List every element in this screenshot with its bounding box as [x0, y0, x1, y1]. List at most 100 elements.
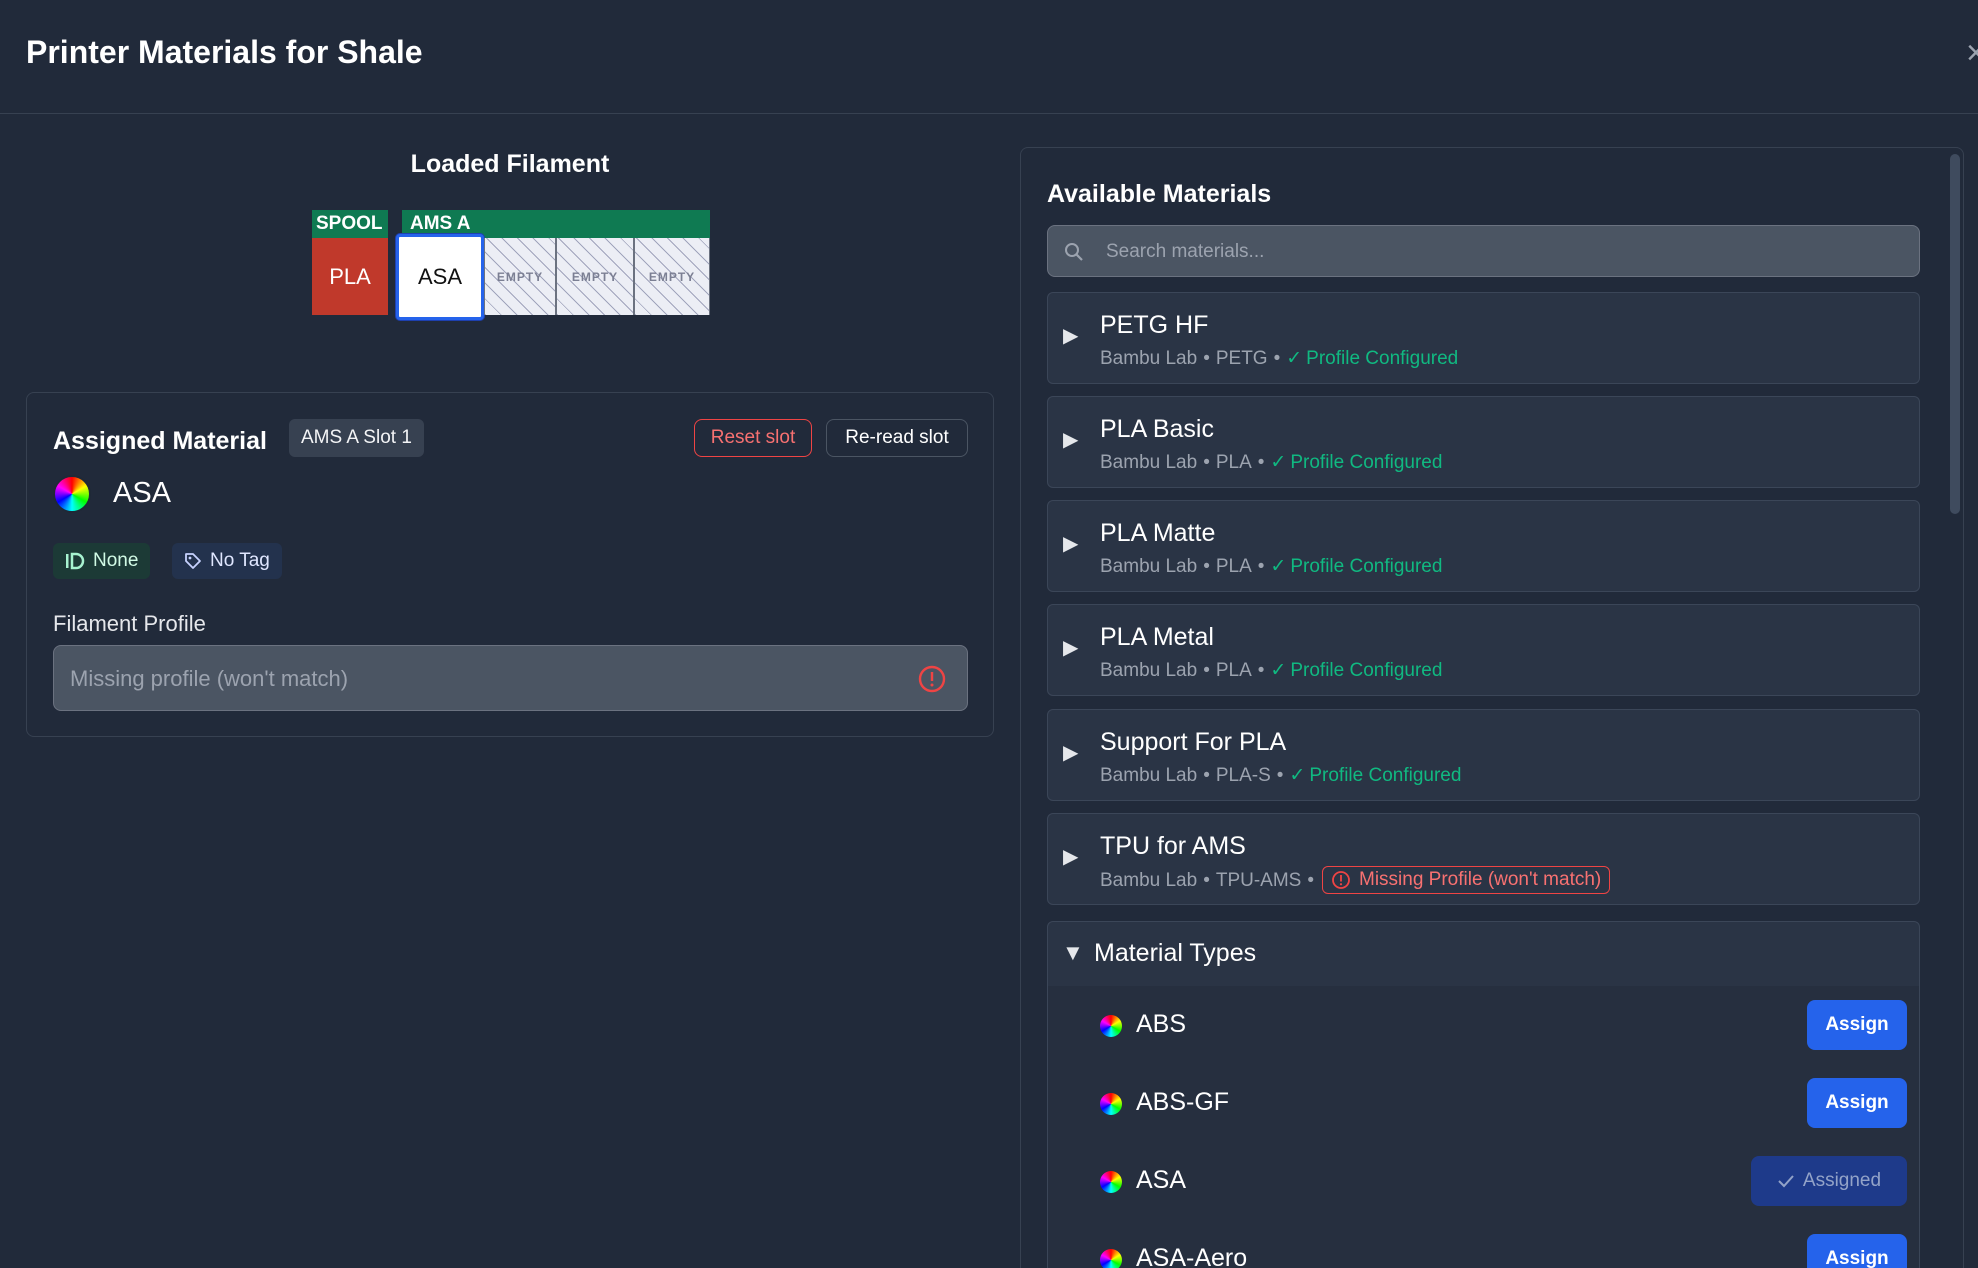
material-brand: Bambu Lab [1100, 870, 1198, 891]
material-type-name: ABS-GF [1136, 1088, 1230, 1116]
profile-status: Profile Configured [1306, 347, 1459, 369]
expand-arrow-icon: ▶ [1063, 742, 1079, 764]
scrollbar[interactable] [1950, 154, 1960, 514]
material-type: PLA [1215, 451, 1252, 473]
separator: • [1203, 555, 1210, 577]
material-types-title: Material Types [1094, 939, 1257, 967]
reset-slot-button[interactable]: Reset slot [694, 419, 812, 457]
material-item-petg-hf[interactable]: ▶ PETG HF Bambu Lab • PETG • ✓ Profile C… [1047, 292, 1920, 384]
material-name: PETG HF [1100, 311, 1209, 339]
color-swatch-icon [1100, 1249, 1122, 1268]
filament-profile-label: Filament Profile [53, 611, 206, 636]
reread-slot-button[interactable]: Re-read slot [826, 419, 968, 457]
material-item-pla-matte[interactable]: ▶ PLA Matte Bambu Lab • PLA • ✓ Profile … [1047, 500, 1920, 592]
separator: • [1203, 764, 1210, 786]
check-icon: ✓ [1289, 765, 1306, 786]
ams-slot-4[interactable]: EMPTY [634, 238, 710, 315]
material-type: TPU-AMS [1215, 870, 1302, 891]
material-brand: Bambu Lab [1100, 764, 1198, 786]
missing-profile-text: Missing Profile (won't match) [1359, 869, 1602, 890]
separator: • [1257, 659, 1265, 681]
separator: • [1273, 347, 1281, 369]
warning-icon [1332, 871, 1350, 889]
separator: • [1203, 451, 1210, 473]
check-icon: ✓ [1270, 660, 1287, 681]
color-swatch-icon [1100, 1093, 1122, 1115]
ams-slot-2[interactable]: EMPTY [484, 238, 556, 315]
material-brand: Bambu Lab [1100, 659, 1198, 681]
id-icon [66, 552, 85, 570]
assigned-material-name: ASA [113, 477, 172, 509]
expand-arrow-icon: ▶ [1063, 533, 1079, 555]
material-types-section: ▼ Material Types ABS Assign ABS-GF Assig… [1047, 921, 1920, 1268]
material-meta: Bambu Lab • PLA • ✓ Profile Configured [1100, 555, 1442, 578]
profile-status: Profile Configured [1290, 659, 1443, 681]
check-icon [1778, 1175, 1794, 1188]
expand-arrow-icon: ▶ [1063, 637, 1079, 659]
material-meta: Bambu Lab • PLA • ✓ Profile Configured [1100, 659, 1442, 682]
missing-profile-badge: Missing Profile (won't match) [1322, 866, 1611, 894]
assign-button[interactable]: Assign [1807, 1234, 1907, 1268]
material-name: Support For PLA [1100, 728, 1287, 756]
material-type-name: ASA-Aero [1136, 1244, 1248, 1268]
tag-badge: No Tag [172, 543, 282, 579]
expand-arrow-icon: ▶ [1063, 846, 1079, 868]
material-type-row: ABS-GF Assign [1048, 1064, 1919, 1143]
filament-profile-select[interactable]: Missing profile (won't match) [53, 645, 968, 711]
material-name: PLA Matte [1100, 519, 1216, 547]
material-type-name: ASA [1136, 1166, 1187, 1194]
separator: • [1257, 451, 1265, 473]
ams-slot-3[interactable]: EMPTY [556, 238, 634, 315]
search-icon [1065, 243, 1083, 261]
dialog-header: Printer Materials for Shale × [0, 0, 1978, 114]
assigned-material-title: Assigned Material [53, 427, 267, 455]
filament-profile-value: Missing profile (won't match) [70, 666, 349, 691]
material-brand: Bambu Lab [1100, 451, 1198, 473]
check-icon: ✓ [1286, 348, 1303, 369]
material-type-row: ABS Assign [1048, 986, 1919, 1065]
color-swatch-icon [53, 475, 91, 513]
assigned-button: Assigned [1751, 1156, 1907, 1206]
material-type: PLA-S [1215, 764, 1271, 786]
expand-arrow-icon: ▶ [1063, 325, 1079, 347]
material-item-pla-basic[interactable]: ▶ PLA Basic Bambu Lab • PLA • ✓ Profile … [1047, 396, 1920, 488]
spool-slot[interactable]: PLA [312, 238, 388, 315]
material-item-pla-metal[interactable]: ▶ PLA Metal Bambu Lab • PLA • ✓ Profile … [1047, 604, 1920, 696]
available-materials-title: Available Materials [1047, 180, 1272, 208]
material-meta: Bambu Lab • TPU-AMS • Missing Profile (w… [1100, 866, 1611, 894]
material-type-name: ABS [1136, 1010, 1187, 1038]
profile-status: Profile Configured [1290, 451, 1443, 473]
profile-status: Profile Configured [1309, 764, 1462, 786]
material-brand: Bambu Lab [1100, 555, 1198, 577]
assign-button[interactable]: Assign [1807, 1078, 1907, 1128]
separator: • [1203, 659, 1210, 681]
separator: • [1307, 870, 1314, 891]
tag-badge-label: No Tag [210, 550, 270, 571]
material-type-row: ASA Assigned [1048, 1142, 1919, 1221]
close-icon[interactable]: × [1966, 34, 1978, 72]
search-input[interactable] [1104, 226, 1908, 278]
material-name: TPU for AMS [1100, 832, 1246, 860]
material-meta: Bambu Lab • PETG • ✓ Profile Configured [1100, 347, 1458, 370]
separator: • [1257, 555, 1265, 577]
separator: • [1203, 870, 1210, 891]
assigned-label: Assigned [1802, 1170, 1882, 1191]
available-materials-panel: Available Materials ▶ PETG HF Bambu Lab … [1020, 147, 1964, 1268]
material-name: PLA Metal [1100, 623, 1214, 651]
material-type: PLA [1215, 555, 1252, 577]
material-type: PETG [1215, 347, 1268, 369]
separator: • [1276, 764, 1284, 786]
ams-slot-1[interactable]: ASA [396, 234, 484, 320]
material-type: PLA [1215, 659, 1252, 681]
assign-button[interactable]: Assign [1807, 1000, 1907, 1050]
search-box [1047, 225, 1920, 278]
tag-icon [185, 553, 201, 569]
material-name: PLA Basic [1100, 415, 1214, 443]
spool-label: SPOOL [312, 210, 388, 238]
ams-visualization: SPOOL AMS A PLA ASA EMPTY EMPTY EMPTY [312, 210, 710, 320]
color-swatch-icon [1100, 1015, 1122, 1037]
material-types-header[interactable]: ▼ Material Types [1048, 922, 1919, 987]
material-item-tpu-for-ams[interactable]: ▶ TPU for AMS Bambu Lab • TPU-AMS • Miss… [1047, 813, 1920, 905]
material-item-support-for-pla[interactable]: ▶ Support For PLA Bambu Lab • PLA-S • ✓ … [1047, 709, 1920, 801]
warning-icon [918, 665, 946, 693]
